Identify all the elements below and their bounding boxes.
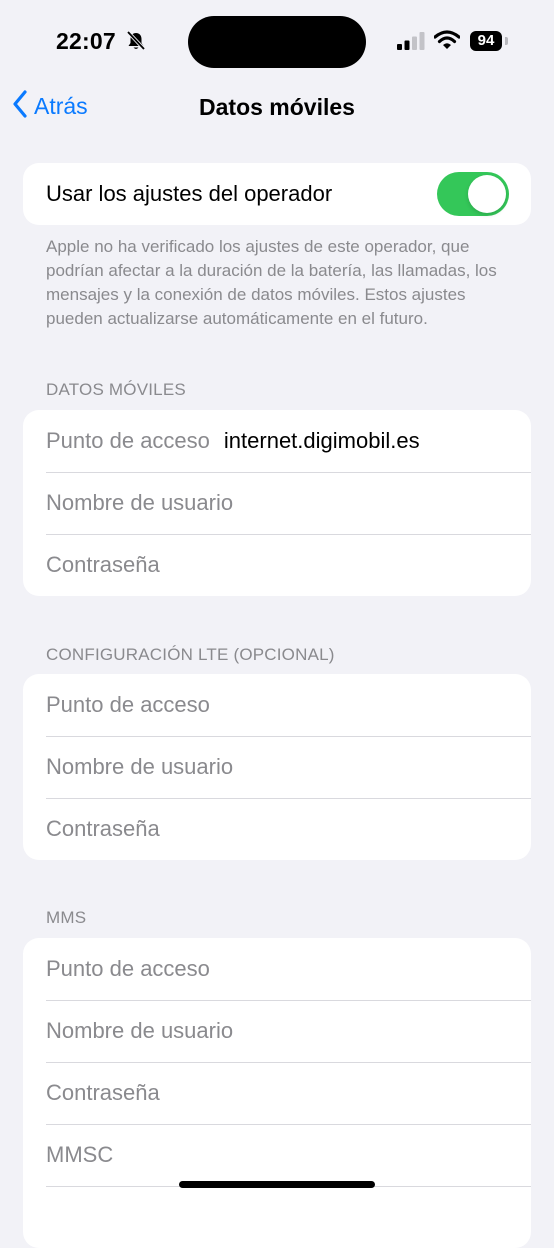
mms-username-row[interactable]: Nombre de usuario	[23, 1000, 531, 1062]
mobile-data-group: Punto de acceso internet.digimobil.es No…	[23, 410, 531, 596]
username-label: Nombre de usuario	[46, 490, 234, 515]
section-header-mms: MMS	[46, 908, 87, 927]
mobile-data-username-row[interactable]: Nombre de usuario	[23, 472, 531, 534]
apn-label: Punto de acceso	[46, 692, 210, 717]
mms-password-row[interactable]: Contraseña	[23, 1062, 531, 1124]
dynamic-island	[188, 16, 366, 68]
apn-label: Punto de acceso	[46, 956, 210, 981]
mms-group: Punto de acceso Nombre de usuario Contra…	[23, 938, 531, 1248]
toggle-knob	[468, 175, 506, 213]
section-header-lte: CONFIGURACIÓN LTE (OPCIONAL)	[46, 645, 335, 664]
carrier-settings-footnote: Apple no ha verificado los ajustes de es…	[46, 237, 497, 328]
mmsc-label: MMSC	[46, 1142, 114, 1167]
battery-icon: 94	[470, 31, 502, 51]
lte-password-row[interactable]: Contraseña	[23, 798, 531, 860]
carrier-settings-toggle[interactable]	[437, 172, 509, 216]
status-time: 22:07	[56, 28, 116, 54]
battery-cap	[505, 37, 508, 45]
bell-slash-icon	[125, 30, 147, 57]
carrier-settings-group: Usar los ajustes del operador	[23, 163, 531, 225]
mobile-data-apn-row[interactable]: Punto de acceso internet.digimobil.es	[23, 410, 531, 472]
password-label: Contraseña	[46, 552, 160, 577]
username-label: Nombre de usuario	[46, 1018, 234, 1043]
page-title: Datos móviles	[199, 94, 355, 120]
signal-icon	[397, 32, 425, 55]
mms-mmsc-row[interactable]: MMSC	[23, 1124, 531, 1186]
home-indicator[interactable]	[179, 1181, 375, 1188]
username-label: Nombre de usuario	[46, 754, 234, 779]
password-label: Contraseña	[46, 1080, 160, 1105]
navigation-bar: Atrás Datos móviles	[0, 80, 554, 134]
lte-username-row[interactable]: Nombre de usuario	[23, 736, 531, 798]
lte-apn-row[interactable]: Punto de acceso	[23, 674, 531, 736]
status-bar: 22:07 94	[0, 0, 554, 80]
mms-apn-row[interactable]: Punto de acceso	[23, 938, 531, 1000]
mms-next-row[interactable]	[23, 1186, 531, 1248]
password-label: Contraseña	[46, 816, 160, 841]
lte-group: Punto de acceso Nombre de usuario Contra…	[23, 674, 531, 860]
apn-label: Punto de acceso	[46, 428, 210, 453]
carrier-settings-label: Usar los ajustes del operador	[46, 181, 333, 206]
section-header-mobile-data: DATOS MÓVILES	[46, 380, 186, 399]
mobile-data-password-row[interactable]: Contraseña	[23, 534, 531, 596]
apn-value[interactable]: internet.digimobil.es	[224, 428, 420, 454]
wifi-icon	[433, 30, 461, 55]
carrier-settings-row: Usar los ajustes del operador	[23, 163, 531, 225]
